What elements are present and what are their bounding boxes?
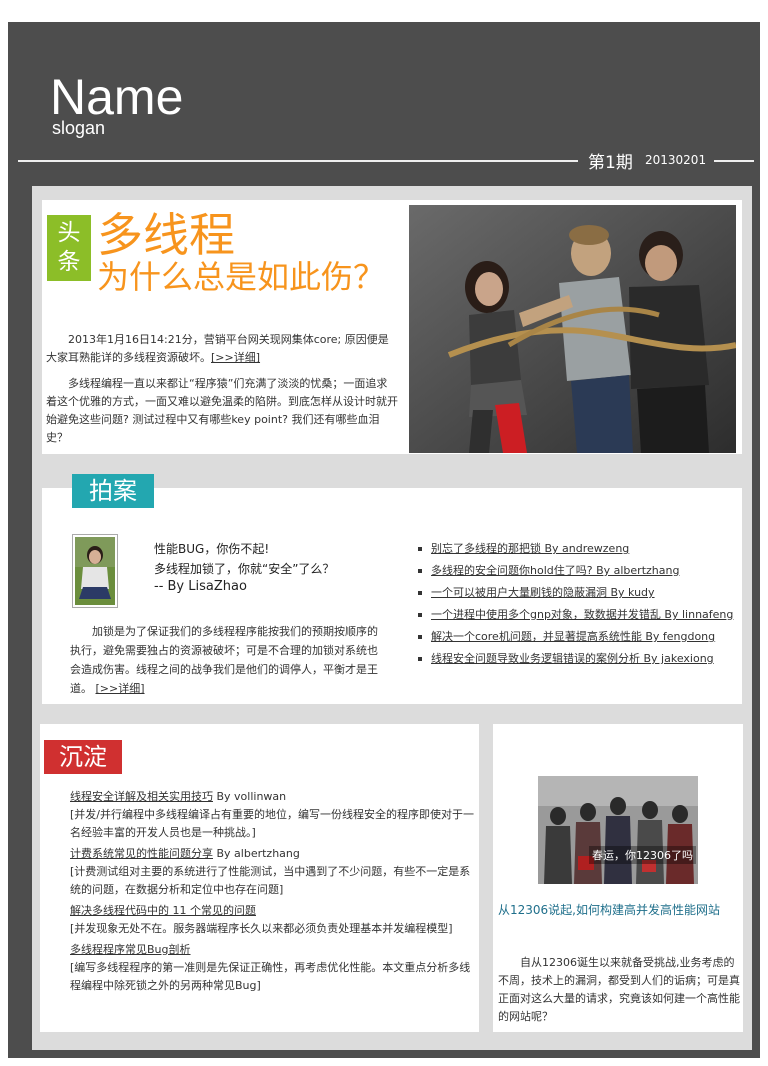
sediment-items: 线程安全详解及相关实用技巧 By vollinwan [并发/并行编程中多线程编…: [70, 788, 478, 998]
case-panel: 性能BUG，你伤不起! 多线程加锁了，你就“安全”了么？ -- By LisaZ…: [42, 488, 742, 704]
header-rule-right: [714, 160, 754, 162]
sediment-item-author: By vollinwan: [213, 790, 287, 803]
case-byline: -- By LisaZhao: [154, 579, 247, 594]
sediment-panel: 沉淀 线程安全详解及相关实用技巧 By vollinwan [并发/并行编程中多…: [40, 724, 479, 1032]
case-title[interactable]: 性能BUG，你伤不起! 多线程加锁了，你就“安全”了么？: [154, 539, 334, 579]
sediment-item-desc: [计费测试组对主要的系统进行了性能测试，当中遇到了不少问题，有些不一定是系统的问…: [70, 865, 471, 896]
case-title-line-2: 多线程加锁了，你就“安全”了么？: [154, 562, 335, 576]
brand-slogan: slogan: [52, 118, 106, 138]
case-article-link[interactable]: 一个进程中使用多个gnp对象，致数据并发错乱 By linnafeng: [417, 607, 737, 623]
case-article-link[interactable]: 线程安全问题导致业务逻辑错误的案例分析 By jakexiong: [417, 651, 737, 667]
sediment-item-desc: [并发/并行编程中多线程编译占有重要的地位，编写一份线程安全的程序即使对于一名经…: [70, 808, 474, 839]
headline-photo[interactable]: [409, 205, 736, 453]
headline-title: 多线程: [97, 208, 235, 262]
case-more-link[interactable]: [>>详细]: [96, 682, 145, 695]
side-article-body: 自从12306诞生以来就备受挑战,业务考虑的不周，技术上的漏洞，都受到人们的诟病…: [498, 956, 740, 1023]
sediment-item-author: By albertzhang: [213, 847, 300, 860]
side-article-title[interactable]: 从12306说起,如何构建高并发高性能网站: [498, 900, 740, 920]
author-avatar: [72, 534, 118, 608]
avatar-photo-image: [75, 537, 115, 605]
tug-of-war-photo-image: [409, 205, 736, 453]
brand-name: Name: [50, 69, 184, 125]
headline-subtitle: 为什么总是如此伤？: [97, 258, 386, 296]
headline-paragraph-2: 多线程编程一直以来都让“程序猿”们充满了淡淡的忧桑；一面追求着这个优雅的方式，一…: [46, 377, 398, 444]
case-article-link[interactable]: 别忘了多线程的那把锁 By andrewzeng: [417, 541, 737, 557]
sediment-item-desc: [并发现象无处不在。服务器端程序长久以来都必须负责处理基本并发编程模型]: [70, 922, 453, 935]
issue-number: 第1期: [588, 153, 633, 173]
case-article-link[interactable]: 解决一个core机问题，并显著提高系统性能 By fengdong: [417, 629, 737, 645]
header-rule-left: [18, 160, 578, 162]
case-title-line-1: 性能BUG，你伤不起!: [154, 542, 270, 556]
sediment-item-title: 线程安全详解及相关实用技巧 By vollinwan: [70, 788, 478, 806]
sediment-item-link[interactable]: 多线程程序常见Bug剖析: [70, 943, 191, 956]
sediment-tag: 沉淀: [44, 740, 122, 774]
newsletter-frame: Name slogan 第1期 20130201 头条 多线程 为什么总是如此伤…: [8, 22, 760, 1058]
case-article-list: 别忘了多线程的那把锁 By andrewzeng 多线程的安全问题你hold住了…: [417, 541, 737, 673]
case-article-link[interactable]: 一个可以被用户大量刷钱的隐蔽漏洞 By kudy: [417, 585, 737, 601]
headline-tag: 头条: [47, 215, 91, 281]
side-article-photo[interactable]: 春运，你12306了吗: [538, 776, 698, 884]
sediment-item-link[interactable]: 计费系统常见的性能问题分享: [70, 847, 213, 860]
case-body: 加锁是为了保证我们的多线程程序能按我们的预期按顺序的执行，避免需要独占的资源被破…: [70, 622, 380, 698]
headline-body: 2013年1月16日14:21分，营销平台网关现网集体core; 原因便是大家耳…: [46, 331, 398, 455]
headline-paragraph-1: 2013年1月16日14:21分，营销平台网关现网集体core; 原因便是大家耳…: [46, 331, 398, 367]
case-tag: 拍案: [72, 474, 154, 508]
issue-date: 20130201: [645, 153, 707, 167]
headline-more-link[interactable]: [>>详细]: [211, 351, 260, 364]
side-photo-caption: 春运，你12306了吗: [589, 846, 696, 864]
headline-panel: 头条 多线程 为什么总是如此伤？ 2013年1月16日14:21分，营销平台网关…: [42, 200, 742, 454]
sediment-item-title: 解决多线程代码中的 11 个常见的问题: [70, 902, 478, 920]
sediment-item-link[interactable]: 线程安全详解及相关实用技巧: [70, 790, 213, 803]
crowd-photo-image: [538, 776, 698, 884]
sediment-item-link[interactable]: 解决多线程代码中的 11 个常见的问题: [70, 904, 256, 917]
sediment-item-desc: [编写多线程程序的第一准则是先保证正确性，再考虑优化性能。本文重点分析多线程编程…: [70, 961, 471, 992]
sediment-item-title: 多线程程序常见Bug剖析: [70, 941, 478, 959]
content-area: 头条 多线程 为什么总是如此伤？ 2013年1月16日14:21分，营销平台网关…: [32, 186, 752, 1050]
side-article-panel: 春运，你12306了吗 从12306说起,如何构建高并发高性能网站 自从1230…: [493, 724, 743, 1032]
case-article-link[interactable]: 多线程的安全问题你hold住了吗? By albertzhang: [417, 563, 737, 579]
sediment-item-title: 计费系统常见的性能问题分享 By albertzhang: [70, 845, 478, 863]
